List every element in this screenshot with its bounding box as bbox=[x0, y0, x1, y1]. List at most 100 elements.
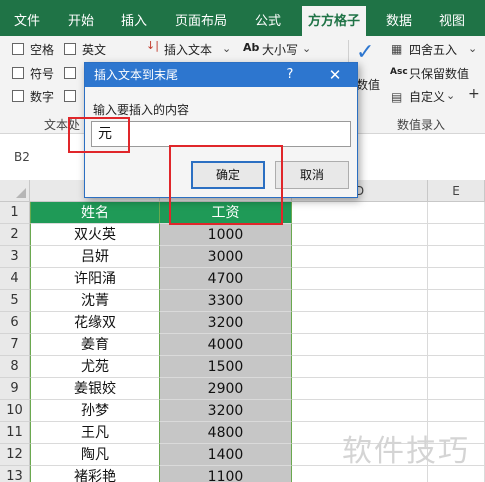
table-cell-empty[interactable] bbox=[292, 334, 428, 356]
table-cell-name[interactable]: 姜银姣 bbox=[30, 378, 160, 400]
menu-file[interactable]: 文件 bbox=[14, 10, 40, 29]
menu-formulas[interactable]: 公式 bbox=[255, 10, 281, 29]
table-cell-empty[interactable] bbox=[292, 224, 428, 246]
table-cell-empty[interactable] bbox=[292, 290, 428, 312]
row-header[interactable]: 4 bbox=[0, 268, 30, 290]
table-cell-empty[interactable] bbox=[428, 334, 485, 356]
table-cell-name[interactable]: 褚彩艳 bbox=[30, 466, 160, 482]
row-header[interactable]: 12 bbox=[0, 444, 30, 466]
table-cell-name[interactable]: 尤苑 bbox=[30, 356, 160, 378]
table-cell-name[interactable]: 孙梦 bbox=[30, 400, 160, 422]
table-cell-empty[interactable] bbox=[428, 312, 485, 334]
checkbox-symbol[interactable] bbox=[12, 67, 24, 79]
checkbox-star[interactable] bbox=[64, 90, 76, 102]
table-header-name[interactable]: 姓名 bbox=[30, 202, 160, 224]
menu-home[interactable]: 开始 bbox=[68, 10, 94, 29]
cancel-button[interactable]: 取消 bbox=[275, 161, 349, 189]
table-cell-salary[interactable]: 3000 bbox=[160, 246, 292, 268]
insert-text-button[interactable]: 插入文本 bbox=[164, 41, 212, 58]
help-icon[interactable]: ? bbox=[281, 63, 299, 87]
table-cell-name[interactable]: 王凡 bbox=[30, 422, 160, 444]
numeric-button-label[interactable]: 数值 bbox=[356, 76, 380, 93]
case-button[interactable]: 大小写 bbox=[262, 41, 298, 58]
menu-bar: 文件 开始 插入 页面布局 公式 方方格子 数据 视图 bbox=[0, 0, 485, 36]
checkbox-english[interactable] bbox=[64, 43, 76, 55]
table-cell-name[interactable]: 许阳涌 bbox=[30, 268, 160, 290]
table-cell-empty[interactable] bbox=[292, 378, 428, 400]
row-header[interactable]: 10 bbox=[0, 400, 30, 422]
table-cell-name[interactable]: 吕妍 bbox=[30, 246, 160, 268]
custom-button[interactable]: 自定义 bbox=[409, 88, 445, 105]
checkbox-number[interactable] bbox=[12, 90, 24, 102]
row-header[interactable]: 2 bbox=[0, 224, 30, 246]
add-icon[interactable]: + bbox=[468, 86, 480, 102]
select-all-corner[interactable] bbox=[0, 180, 30, 202]
row-header[interactable]: 6 bbox=[0, 312, 30, 334]
table-cell-empty[interactable] bbox=[428, 246, 485, 268]
table-cell-salary[interactable]: 1500 bbox=[160, 356, 292, 378]
table-cell-salary[interactable]: 3300 bbox=[160, 290, 292, 312]
row-header[interactable]: 1 bbox=[0, 202, 30, 224]
row-header[interactable]: 7 bbox=[0, 334, 30, 356]
checkbox-english-label: 英文 bbox=[82, 43, 107, 57]
table-cell-empty[interactable] bbox=[428, 290, 485, 312]
column-header-e[interactable]: E bbox=[428, 180, 485, 202]
custom-icon: ▤ bbox=[391, 90, 403, 104]
table-cell-name[interactable]: 姜育 bbox=[30, 334, 160, 356]
menu-page-layout[interactable]: 页面布局 bbox=[175, 10, 227, 29]
table-cell-empty[interactable] bbox=[428, 268, 485, 290]
table-cell-salary[interactable]: 4700 bbox=[160, 268, 292, 290]
row-header[interactable]: 8 bbox=[0, 356, 30, 378]
highlight-ok-annotation bbox=[169, 145, 283, 225]
insert-text-icon: ↓| bbox=[146, 39, 159, 52]
table-cell-empty[interactable] bbox=[292, 356, 428, 378]
dialog-title: 插入文本到末尾 bbox=[85, 63, 357, 87]
table-cell-salary[interactable]: 3200 bbox=[160, 312, 292, 334]
table-cell-empty[interactable] bbox=[292, 312, 428, 334]
menu-data[interactable]: 数据 bbox=[386, 10, 412, 29]
row-header[interactable]: 11 bbox=[0, 422, 30, 444]
table-cell-name[interactable]: 双火英 bbox=[30, 224, 160, 246]
menu-insert[interactable]: 插入 bbox=[121, 10, 147, 29]
checkbox-space[interactable] bbox=[12, 43, 24, 55]
table-cell-empty[interactable] bbox=[292, 202, 428, 224]
table-cell-salary[interactable]: 4000 bbox=[160, 334, 292, 356]
row-header[interactable]: 5 bbox=[0, 290, 30, 312]
table-cell-empty[interactable] bbox=[292, 246, 428, 268]
keep-value-icon: Asc bbox=[390, 67, 408, 77]
row-header[interactable]: 9 bbox=[0, 378, 30, 400]
table-cell-salary[interactable]: 1000 bbox=[160, 224, 292, 246]
table-cell-salary[interactable]: 4800 bbox=[160, 422, 292, 444]
chevron-down-icon: ⌄ bbox=[302, 42, 312, 55]
table-cell-empty[interactable] bbox=[428, 202, 485, 224]
table-cell-name[interactable]: 花缘双 bbox=[30, 312, 160, 334]
row-header[interactable]: 13 bbox=[0, 466, 30, 482]
table-cell-empty[interactable] bbox=[428, 224, 485, 246]
round-button[interactable]: 四舍五入 bbox=[409, 41, 457, 58]
table-cell-salary[interactable]: 3200 bbox=[160, 400, 292, 422]
numeric-icon: ✓ bbox=[356, 40, 375, 65]
table-cell-empty[interactable] bbox=[428, 378, 485, 400]
row-header[interactable]: 3 bbox=[0, 246, 30, 268]
checkbox-other[interactable] bbox=[64, 67, 76, 79]
table-cell-empty[interactable] bbox=[428, 356, 485, 378]
table-cell-empty[interactable] bbox=[292, 400, 428, 422]
checkbox-space-label: 空格 bbox=[30, 43, 55, 57]
checkbox-number-label: 数字 bbox=[30, 90, 55, 104]
table-cell-salary[interactable]: 1100 bbox=[160, 466, 292, 482]
keep-value-button[interactable]: 只保留数值 bbox=[409, 65, 469, 82]
close-icon[interactable]: ✕ bbox=[323, 63, 347, 87]
table-cell-name[interactable]: 陶凡 bbox=[30, 444, 160, 466]
table-cell-name[interactable]: 沈菁 bbox=[30, 290, 160, 312]
case-icon: Ab bbox=[243, 41, 260, 54]
menu-fangfang-tab[interactable]: 方方格子 bbox=[302, 6, 367, 36]
insert-text-input[interactable]: 元 bbox=[91, 121, 351, 147]
chevron-down-icon: ⌄ bbox=[222, 42, 232, 55]
menu-view[interactable]: 视图 bbox=[439, 10, 465, 29]
table-cell-empty[interactable] bbox=[428, 400, 485, 422]
table-cell-salary[interactable]: 1400 bbox=[160, 444, 292, 466]
dialog-prompt-label: 输入要插入的内容 bbox=[93, 103, 190, 117]
table-cell-salary[interactable]: 2900 bbox=[160, 378, 292, 400]
table-cell-empty[interactable] bbox=[292, 268, 428, 290]
round-icon: ▦ bbox=[391, 42, 403, 56]
